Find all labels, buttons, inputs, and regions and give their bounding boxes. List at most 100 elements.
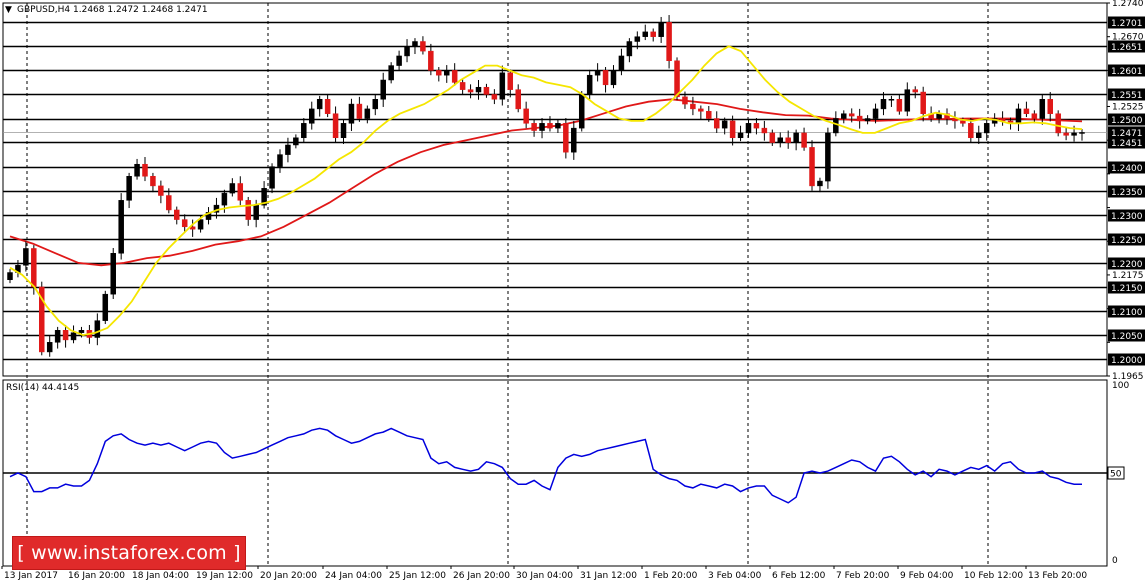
level-label: 1.2200 xyxy=(1111,260,1143,270)
time-label: 19 Jan 12:00 xyxy=(196,571,253,581)
level-label: 1.2000 xyxy=(1111,356,1143,366)
candle-body-bear xyxy=(960,120,966,124)
candle-body-bull xyxy=(904,89,911,112)
candle-body-bear xyxy=(436,70,442,76)
candle-body-bear xyxy=(690,103,696,110)
candle xyxy=(809,140,815,191)
menu-arrow-icon[interactable]: ▼ xyxy=(5,5,12,15)
candle-body-bear xyxy=(166,195,172,211)
candle-body-bear xyxy=(523,108,529,124)
candle xyxy=(563,118,569,159)
candle-body-bull xyxy=(78,330,85,333)
candle-body-bear xyxy=(769,132,776,143)
candle-body-bull xyxy=(404,46,410,57)
candle-body-bull xyxy=(285,144,291,155)
candle-body-bull xyxy=(610,70,617,86)
candle-body-bear xyxy=(753,123,760,129)
candle-body-bull xyxy=(475,86,482,93)
candle-body-bear xyxy=(713,118,720,129)
candle-body-bear xyxy=(920,91,926,114)
candle-body-bear xyxy=(507,72,514,90)
candle-body-bear xyxy=(467,89,474,93)
candle-body-bear xyxy=(761,127,768,134)
candle-body-bull xyxy=(269,166,275,189)
candle-body-bull xyxy=(737,132,744,139)
candle-body-bull xyxy=(825,132,831,182)
candle-body-bull xyxy=(380,79,386,100)
candle-body-bull xyxy=(7,272,13,280)
candle-body-bull xyxy=(571,127,577,153)
candle xyxy=(102,290,109,325)
candle-body-bull xyxy=(976,132,982,139)
candle-body-bull xyxy=(1039,99,1046,119)
candle xyxy=(110,247,116,299)
candle-body-bull xyxy=(340,123,347,139)
candle-body-bull xyxy=(54,330,61,343)
price-tick-label: 1.2525 xyxy=(1112,102,1144,112)
candle-body-bear xyxy=(1031,113,1038,119)
price-tick-label: 1.2740 xyxy=(1112,0,1144,9)
candle-body-bull xyxy=(110,253,116,295)
candle-body-bull xyxy=(372,99,379,110)
candle-body-bear xyxy=(912,89,918,93)
candle-body-bear xyxy=(142,163,148,177)
time-label: 20 Jan 20:00 xyxy=(260,571,317,581)
candle-body-bull xyxy=(1079,132,1085,134)
time-label: 13 Feb 20:00 xyxy=(1028,571,1087,581)
candle-body-bull xyxy=(94,320,101,338)
candle-body-bear xyxy=(547,123,553,129)
candle-body-bull xyxy=(499,72,506,100)
candle-body-bear xyxy=(356,103,363,119)
level-label: 1.2551 xyxy=(1111,91,1143,101)
candle-body-bear xyxy=(324,99,331,114)
candle-body-bull xyxy=(872,108,879,119)
candle-body-bull xyxy=(594,70,601,76)
candle-body-bear xyxy=(459,82,466,90)
price-chart[interactable]: 1.27011.26511.26011.25511.25001.24511.24… xyxy=(0,0,1147,585)
candle-body-bull xyxy=(118,200,124,254)
chart-frames xyxy=(2,2,1108,567)
time-label: 7 Feb 20:00 xyxy=(836,571,890,581)
candle-body-bear xyxy=(332,113,339,139)
candle-body-bull xyxy=(539,123,545,131)
candle-body-bear xyxy=(848,113,855,117)
candle-body-bull xyxy=(721,120,728,129)
candle-body-bull xyxy=(221,192,228,206)
time-label: 16 Jan 20:00 xyxy=(68,571,125,581)
candle-body-bear xyxy=(698,108,704,112)
candle-body-bear xyxy=(1055,113,1061,134)
candle-body-bull xyxy=(578,94,585,129)
candle-body-bear xyxy=(428,50,434,71)
time-label: 9 Feb 04:00 xyxy=(900,571,954,581)
candle-body-bull xyxy=(658,22,664,37)
candle-body-bear xyxy=(31,248,37,288)
candle-body-bull xyxy=(745,123,752,134)
candle-body-bear xyxy=(181,219,188,228)
candle xyxy=(578,91,585,132)
candle-body-bull xyxy=(864,118,871,122)
candle-body-bear xyxy=(174,209,180,220)
time-label: 25 Jan 12:00 xyxy=(389,571,446,581)
candle-body-bull xyxy=(618,55,625,71)
candle-body-bear xyxy=(1063,132,1069,136)
candle-body-bear xyxy=(150,176,156,187)
candle-body-bull xyxy=(1015,108,1022,124)
candle-body-bear xyxy=(602,70,609,86)
time-label: 26 Jan 20:00 xyxy=(453,571,510,581)
time-label: 6 Feb 12:00 xyxy=(772,571,826,581)
candle-body-bear xyxy=(729,120,736,139)
candle-body-bear xyxy=(666,22,672,62)
level-label: 1.2250 xyxy=(1111,236,1143,246)
candle xyxy=(39,281,45,356)
candle-body-bull xyxy=(46,342,53,353)
candle xyxy=(1055,110,1061,137)
candle xyxy=(118,193,124,260)
price-tick-label: 1.2175 xyxy=(1112,271,1144,281)
candle-body-bear xyxy=(420,41,426,52)
candle-body-bull xyxy=(443,70,450,76)
level-label: 1.2150 xyxy=(1111,284,1143,294)
candle-body-bull xyxy=(777,137,784,143)
candle-body-bear xyxy=(809,147,815,187)
candle-body-bull xyxy=(277,154,283,167)
candle-body-bull xyxy=(197,219,204,230)
